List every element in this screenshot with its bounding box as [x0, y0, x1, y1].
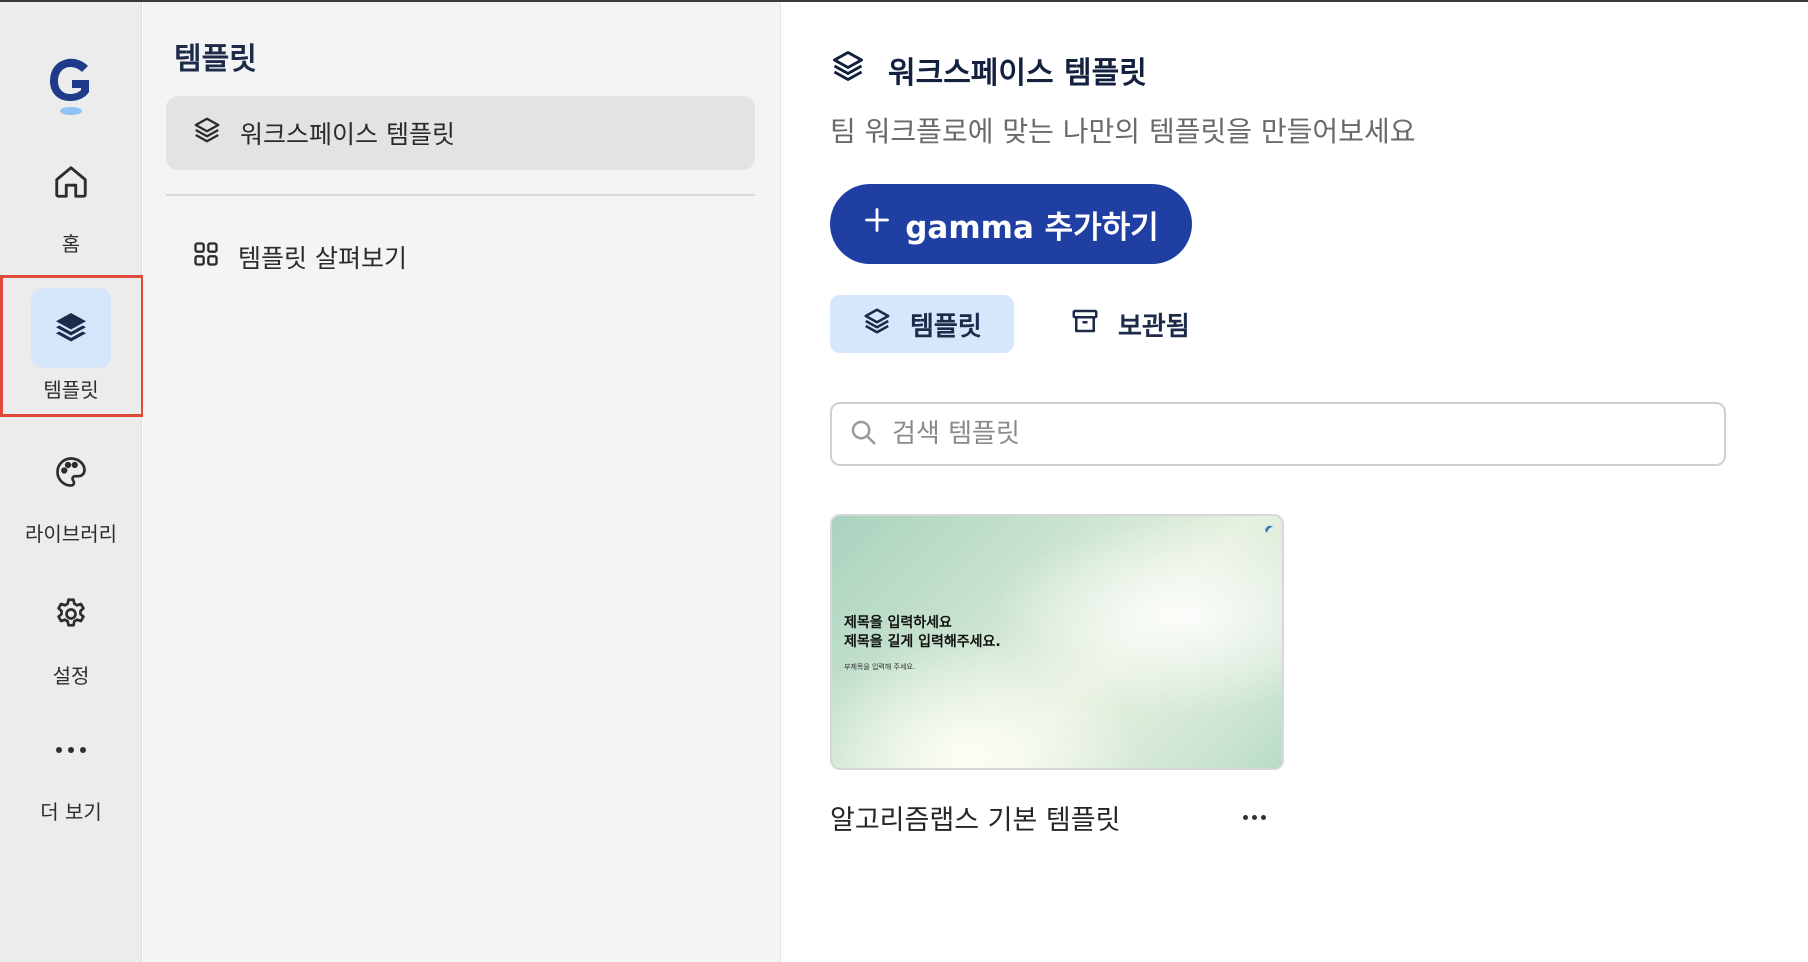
page-title-text: 워크스페이스 템플릿 [888, 56, 1147, 91]
rail-item-home-label: 홈 [61, 232, 81, 256]
gear-icon [31, 574, 111, 654]
template-card-title[interactable]: 알고리즘랩스 기본 템플릿 [830, 798, 1120, 837]
rail-item-templates-label: 템플릿 [43, 378, 99, 402]
search-icon [848, 417, 878, 451]
sidebar-item-workspace-templates[interactable]: 워크스페이스 템플릿 [166, 96, 755, 170]
template-card-more-button[interactable] [1236, 806, 1272, 828]
tab-templates[interactable]: 템플릿 [830, 295, 1014, 353]
layers-icon [862, 306, 892, 343]
grid-icon [192, 240, 220, 274]
more-horizontal-icon [31, 710, 111, 790]
sidebar-title: 템플릿 [174, 42, 257, 77]
layers-icon [830, 48, 866, 92]
main-content: 워크스페이스 템플릿 팀 워크플로에 맞는 나만의 템플릿을 만들어보세요 ga… [782, 2, 1808, 962]
add-gamma-button-label: gamma 추가하기 [905, 209, 1159, 246]
layers-icon [192, 115, 222, 151]
gamma-logo-icon[interactable] [44, 54, 98, 118]
icon-rail: 홈 템플릿 라이브러리 설정 더 보기 [0, 2, 142, 962]
thumbnail-title-line1: 제목을 입력하세요 [844, 615, 952, 631]
home-icon [31, 142, 111, 222]
rail-item-more-label: 더 보기 [40, 800, 102, 824]
rail-item-library[interactable]: 라이브러리 [0, 432, 142, 552]
sidebar-divider [166, 194, 755, 196]
add-gamma-button[interactable]: gamma 추가하기 [830, 184, 1192, 264]
rail-item-more[interactable]: 더 보기 [0, 710, 142, 830]
plus-icon [863, 206, 891, 242]
template-card-thumbnail[interactable]: 제목을 입력하세요 제목을 길게 입력해주세요. 부제목을 입력해 주세요. [830, 514, 1284, 770]
thumbnail-subtitle: 부제목을 입력해 주세요. [844, 663, 916, 671]
rail-item-home[interactable]: 홈 [0, 142, 142, 262]
page-subtitle: 팀 워크플로에 맞는 나만의 템플릿을 만들어보세요 [830, 115, 1416, 148]
tab-label: 템플릿 [910, 311, 982, 342]
templates-sidebar: 템플릿 워크스페이스 템플릿 템플릿 살펴보기 [143, 2, 781, 962]
page-title: 워크스페이스 템플릿 [830, 48, 1147, 92]
rail-item-library-label: 라이브러리 [25, 522, 117, 546]
rail-item-settings[interactable]: 설정 [0, 574, 142, 694]
thumbnail-title: 제목을 입력하세요 제목을 길게 입력해주세요. [844, 614, 1001, 652]
sidebar-item-browse-templates[interactable]: 템플릿 살펴보기 [166, 220, 755, 294]
archive-icon [1070, 306, 1100, 343]
rail-item-settings-label: 설정 [52, 664, 90, 688]
sidebar-item-label: 템플릿 살펴보기 [238, 244, 407, 273]
sidebar-item-label: 워크스페이스 템플릿 [240, 120, 455, 149]
rail-item-templates[interactable]: 템플릿 [0, 288, 142, 408]
thumbnail-title-line2: 제목을 길게 입력해주세요. [844, 634, 1001, 650]
layers-icon [31, 288, 111, 368]
search-input[interactable] [892, 419, 1692, 449]
thumbnail-logo-icon [1264, 524, 1274, 534]
palette-icon [31, 432, 111, 512]
more-dot [1251, 814, 1257, 820]
search-box [830, 402, 1726, 466]
more-dot [1260, 814, 1266, 820]
tab-label: 보관됨 [1118, 311, 1190, 342]
tab-archived[interactable]: 보관됨 [1038, 295, 1222, 353]
more-dot [1242, 814, 1248, 820]
